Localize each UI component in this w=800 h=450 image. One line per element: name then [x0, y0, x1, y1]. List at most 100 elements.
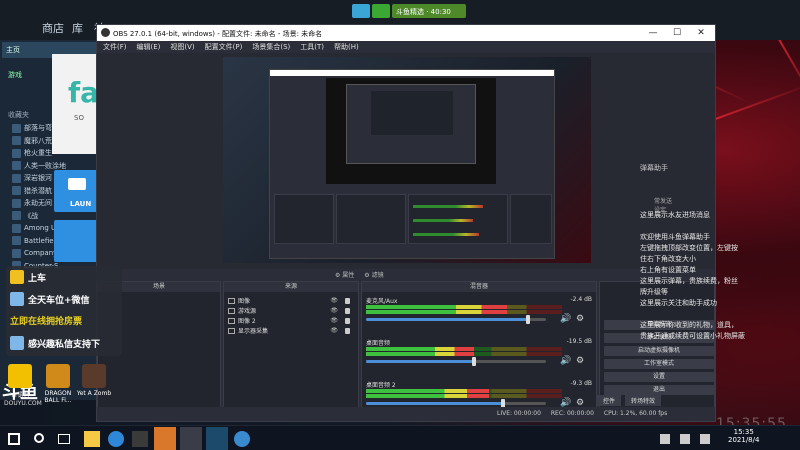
volume-slider-knob[interactable]: [472, 357, 476, 366]
steam-game-label: 永劫无间: [24, 199, 52, 207]
arrow-icon: [10, 270, 24, 284]
desktop-icon-label: YY语音: [10, 392, 30, 399]
steam-taskbar-icon[interactable]: [206, 427, 228, 450]
menu-item[interactable]: 帮助(H): [334, 41, 359, 53]
source-item[interactable]: 图像 👁: [228, 296, 356, 305]
helper-line: [640, 309, 800, 320]
tab-controls[interactable]: 控件: [597, 395, 622, 406]
file-explorer-icon[interactable]: [84, 431, 100, 447]
close-button[interactable]: ✕: [689, 26, 713, 40]
source-name: 显示器采集: [238, 328, 269, 335]
mixer-channel: 麦克风/Aux -2.4 dB 🔊 ⚙: [366, 296, 592, 330]
level-meter: [366, 352, 562, 356]
nested-controls: [510, 194, 552, 244]
taskbar: [0, 425, 800, 450]
obs-statusbar: LIVE: 00:00:00 REC: 00:00:00 CPU: 1.2%, …: [97, 407, 715, 421]
menu-item[interactable]: 视图(V): [170, 41, 194, 53]
visibility-eye-icon[interactable]: 👁: [330, 297, 338, 304]
windows-start-icon[interactable]: [8, 433, 20, 445]
douyu-app-icon[interactable]: [154, 427, 176, 450]
volume-slider[interactable]: [366, 315, 546, 324]
level-meter-fill: [366, 394, 490, 398]
visibility-eye-icon[interactable]: 👁: [330, 307, 338, 314]
level-meter-fill: [366, 305, 508, 309]
speaker-icon[interactable]: 🔊: [560, 356, 571, 366]
level-meter: [366, 310, 562, 314]
control-button[interactable]: 工作室模式: [604, 359, 714, 369]
lock-icon[interactable]: [345, 307, 350, 314]
nested-meter: [413, 233, 479, 236]
plane-icon: [10, 336, 24, 350]
volume-slider[interactable]: [366, 357, 546, 366]
menu-item[interactable]: 工具(T): [300, 41, 324, 53]
system-clock[interactable]: 15:35 2021/8/4: [728, 428, 759, 444]
cpu-fps: CPU: 1.2%, 60.00 fps: [603, 410, 668, 417]
banner-sub: SO: [74, 114, 84, 122]
channel-name: 麦克风/Aux: [366, 298, 398, 305]
volume-slider-fill: [366, 360, 474, 363]
steam-nav-store[interactable]: 商店: [42, 20, 64, 36]
menu-item[interactable]: 文件(F): [103, 41, 127, 53]
obs-taskbar-icon[interactable]: [180, 427, 202, 450]
stream-arrow-icon[interactable]: [352, 4, 370, 18]
volume-slider-knob[interactable]: [526, 315, 530, 324]
game-icon: [12, 136, 21, 145]
edge-icon[interactable]: [108, 431, 124, 447]
steam-game-label: 猎杀潜航: [24, 186, 52, 195]
lock-icon[interactable]: [345, 297, 350, 304]
rec-timer: REC: 00:00:00: [550, 410, 594, 417]
ime-icon[interactable]: [700, 434, 710, 444]
preview-canvas[interactable]: [223, 57, 591, 263]
control-button[interactable]: 设置: [604, 372, 714, 382]
nested-scenes: [274, 194, 334, 244]
filters-button[interactable]: ⚙ 滤镜: [364, 270, 383, 279]
source-item[interactable]: 游戏源 👁: [228, 306, 356, 315]
obs-window: OBS 27.0.1 (64-bit, windows) - 配置文件: 未命名…: [96, 24, 716, 422]
channel-db: -2.4 dB: [570, 296, 592, 303]
network-icon[interactable]: [660, 434, 670, 444]
lock-icon[interactable]: [345, 317, 350, 324]
app-tile[interactable]: [54, 220, 100, 262]
search-icon[interactable]: [34, 433, 44, 443]
tab-transitions[interactable]: 转场特效: [625, 395, 662, 406]
app-icon[interactable]: [132, 431, 148, 447]
promo-sticker-panel: 上车 全天车位+微信 立即在线拥抢房票 感兴趣私信支持下: [6, 266, 122, 356]
steam-nav-library[interactable]: 库: [72, 20, 83, 36]
menu-item[interactable]: 配置文件(P): [205, 41, 243, 53]
launch-tile[interactable]: LAUN: [54, 170, 100, 212]
launch-tile-label: LAUN: [70, 200, 92, 208]
lock-icon[interactable]: [345, 327, 350, 334]
volume-icon[interactable]: [680, 434, 690, 444]
level-meter: [366, 389, 562, 393]
source-item[interactable]: 显示器采集 👁: [228, 326, 356, 335]
zombie-game-icon: [82, 364, 106, 388]
visibility-eye-icon[interactable]: 👁: [330, 317, 338, 324]
source-item[interactable]: 图像 2 👁: [228, 316, 356, 325]
desktop-icon-yy[interactable]: YY语音: [2, 364, 38, 399]
control-button[interactable]: 退出: [604, 385, 714, 395]
helper-line: 住右下角改变大小: [640, 255, 696, 263]
maximize-button[interactable]: ☐: [665, 26, 689, 40]
sources-dock-header: 来源: [224, 282, 358, 292]
sticker-tickets-text: 立即在线拥抢房票: [10, 317, 83, 327]
steam-games-label: 游戏: [8, 71, 22, 79]
control-button[interactable]: 启动虚拟摄像机: [604, 346, 714, 356]
menu-item[interactable]: 场景集合(S): [252, 41, 290, 53]
visibility-eye-icon[interactable]: 👁: [330, 327, 338, 334]
desktop-icon-zombie[interactable]: Yet A Zomb: [76, 364, 112, 397]
app-icon-2[interactable]: [234, 431, 250, 447]
speaker-icon[interactable]: 🔊: [560, 314, 571, 324]
menu-item[interactable]: 编辑(E): [137, 41, 161, 53]
game-icon: [12, 148, 21, 158]
properties-button[interactable]: ⚙ 属性: [335, 270, 354, 279]
dragonball-icon: [46, 364, 70, 388]
camera-icon[interactable]: [372, 4, 390, 18]
task-view-icon[interactable]: [58, 434, 70, 444]
steam-banner: fa SO: [52, 54, 100, 154]
gear-icon[interactable]: ⚙: [576, 356, 584, 366]
nested-meter: [413, 205, 483, 208]
gear-icon[interactable]: ⚙: [576, 314, 584, 324]
minimize-button[interactable]: —: [641, 26, 665, 40]
volume-slider[interactable]: [366, 399, 546, 408]
desktop-icon-dragonball[interactable]: DRAGON BALL Fi...: [40, 364, 76, 404]
